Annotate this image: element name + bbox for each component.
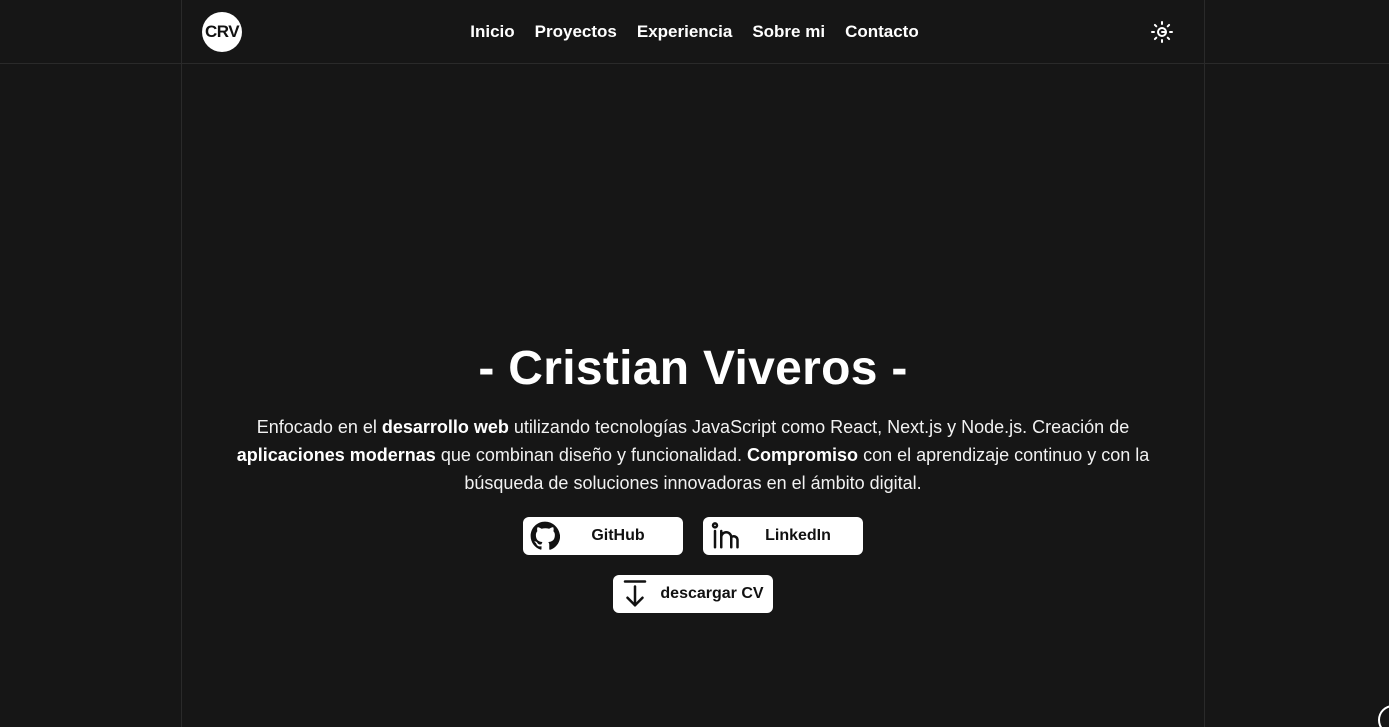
- page: CRV Inicio Proyectos Experiencia Sobre m…: [0, 0, 1389, 727]
- nav-link-experiencia[interactable]: Experiencia: [637, 22, 732, 42]
- social-buttons: GitHub LinkedIn: [181, 517, 1205, 555]
- intro-bold-1: desarrollo web: [381, 417, 509, 437]
- logo[interactable]: CRV: [202, 12, 242, 52]
- sun-icon[interactable]: [1150, 20, 1174, 44]
- github-icon: [530, 521, 560, 550]
- corner-widget[interactable]: [1378, 705, 1389, 727]
- hero-title: - Cristian Viveros -: [478, 342, 908, 395]
- nav-link-contacto[interactable]: Contacto: [845, 22, 919, 42]
- intro-bold-2: aplicaciones modernas: [236, 445, 436, 465]
- intro-text-3: que combinan diseño y funcionalidad.: [435, 445, 748, 465]
- nav-link-sobre-mi[interactable]: Sobre mi: [752, 22, 825, 42]
- linkedin-button[interactable]: LinkedIn: [703, 517, 863, 555]
- intro-text-1: Enfocado en el: [256, 417, 382, 437]
- nav-link-inicio[interactable]: Inicio: [470, 22, 514, 42]
- nav-link-proyectos[interactable]: Proyectos: [535, 22, 617, 42]
- download-icon: [623, 580, 647, 607]
- site-header: CRV Inicio Proyectos Experiencia Sobre m…: [0, 0, 1389, 64]
- github-button[interactable]: GitHub: [523, 517, 683, 555]
- intro-text-2: utilizando tecnologías JavaScript como R…: [508, 417, 1130, 437]
- intro-bold-3: Compromiso: [747, 445, 859, 465]
- hero-section: - Cristian Viveros - Enfocado en el desa…: [181, 338, 1205, 613]
- linkedin-icon: [711, 522, 739, 549]
- download-cv-button[interactable]: descargar CV: [613, 575, 773, 613]
- hero-intro: Enfocado en el desarrollo web utilizando…: [228, 413, 1158, 497]
